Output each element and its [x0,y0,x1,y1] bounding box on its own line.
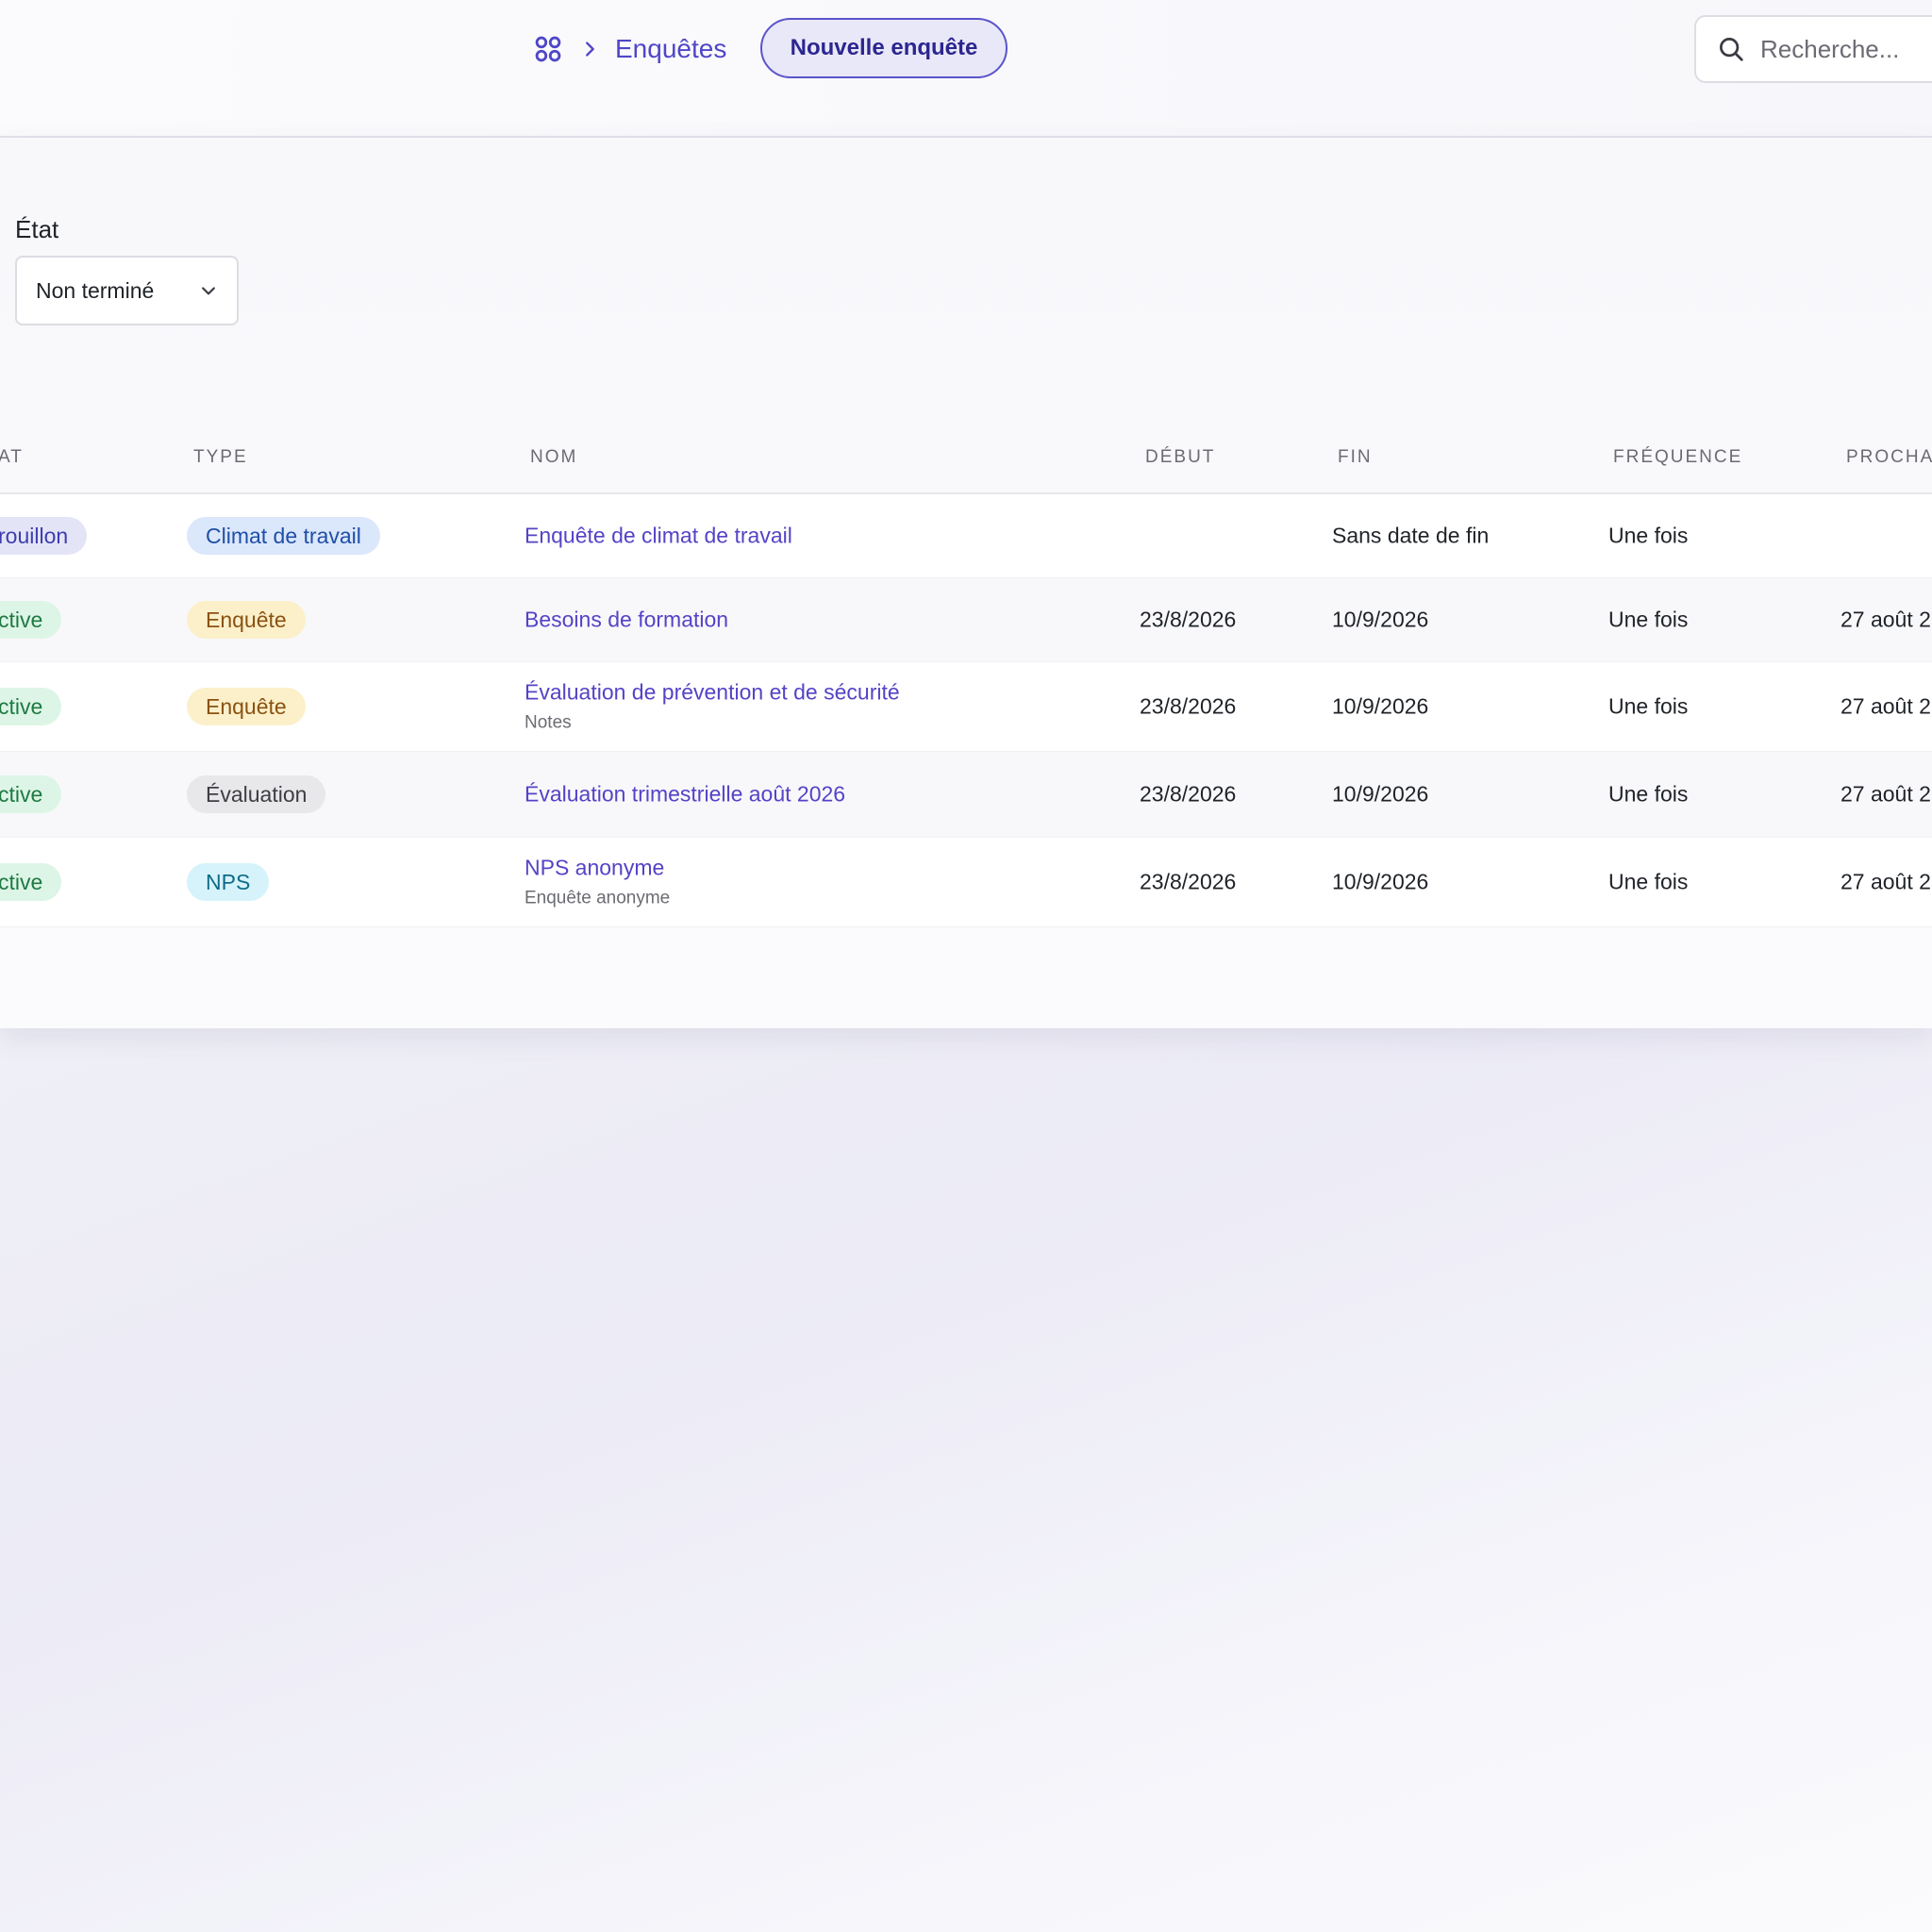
next-date: 27 août 2 [1840,607,1931,632]
column-header-state[interactable]: AT [0,447,24,468]
chevron-right-icon [586,42,594,57]
state-badge: rouillon [0,517,88,555]
surveys-panel: État Non terminé AT TYPE NOM DÉBUT FIN F… [0,138,1932,1028]
search-input[interactable] [1758,33,1932,65]
next-date: 27 août 2 [1840,693,1931,719]
start-date: 23/8/2026 [1140,781,1237,807]
next-date: 27 août 2 [1840,781,1931,807]
state-filter-select[interactable]: Non terminé [15,256,239,325]
grid-icon[interactable] [532,33,564,65]
new-survey-button[interactable]: Nouvelle enquête [760,18,1008,78]
search-box[interactable] [1694,15,1932,83]
column-header-start[interactable]: DÉBUT [1145,447,1215,468]
survey-name-link[interactable]: NPS anonyme [525,856,670,881]
name-cell: NPS anonyme Enquête anonyme [525,856,670,909]
end-date: 10/9/2026 [1332,693,1429,719]
end-date: 10/9/2026 [1332,607,1429,632]
type-badge: Climat de travail [187,517,380,555]
frequency: Une fois [1608,869,1689,894]
type-badge: Enquête [187,688,306,725]
survey-subtitle: Notes [525,712,572,733]
column-header-name[interactable]: NOM [530,447,577,468]
state-badge: ctive [0,863,62,901]
name-cell: Évaluation de prévention et de sécurité … [525,680,900,734]
frequency: Une fois [1608,523,1689,548]
name-cell: Besoins de formation [525,608,728,633]
survey-subtitle: Enquête anonyme [525,888,671,908]
start-date: 23/8/2026 [1140,693,1237,719]
type-badge: Enquête [187,601,306,639]
column-header-end[interactable]: FIN [1338,447,1373,468]
frequency: Une fois [1608,781,1689,807]
survey-name-link[interactable]: Évaluation trimestrielle août 2026 [525,782,845,808]
column-header-frequency[interactable]: FRÉQUENCE [1613,447,1742,468]
column-header-next[interactable]: PROCHA [1846,447,1932,468]
type-badge: Évaluation [187,775,326,813]
state-filter-label: État [15,215,59,243]
next-date: 27 août 2 [1840,869,1931,894]
survey-name-link[interactable]: Besoins de formation [525,608,728,633]
breadcrumb: Enquêtes [532,21,726,77]
state-filter-value: Non terminé [36,277,155,303]
surveys-table: AT TYPE NOM DÉBUT FIN FRÉQUENCE PROCHA r… [0,421,1932,927]
state-badge: ctive [0,601,62,639]
frequency: Une fois [1608,693,1689,719]
type-badge: NPS [187,863,270,901]
table-row[interactable]: ctive Évaluation Évaluation trimestriell… [0,752,1932,838]
state-badge: ctive [0,775,62,813]
name-cell: Évaluation trimestrielle août 2026 [525,782,845,808]
end-date: 10/9/2026 [1332,781,1429,807]
survey-name-link[interactable]: Enquête de climat de travail [525,524,792,549]
survey-name-link[interactable]: Évaluation de prévention et de sécurité [525,680,900,706]
table-header: AT TYPE NOM DÉBUT FIN FRÉQUENCE PROCHA [0,421,1932,494]
table-row[interactable]: ctive NPS NPS anonyme Enquête anonyme 23… [0,838,1932,927]
frequency: Une fois [1608,607,1689,632]
search-icon [1720,38,1743,61]
table-row[interactable]: rouillon Climat de travail Enquête de cl… [0,494,1932,578]
chevron-down-icon [202,287,215,295]
column-header-type[interactable]: TYPE [193,447,248,468]
start-date: 23/8/2026 [1140,869,1237,894]
end-date: 10/9/2026 [1332,869,1429,894]
top-bar: Enquêtes Nouvelle enquête [0,0,1932,138]
start-date: 23/8/2026 [1140,607,1237,632]
name-cell: Enquête de climat de travail [525,524,792,549]
table-row[interactable]: ctive Enquête Besoins de formation 23/8/… [0,578,1932,662]
state-badge: ctive [0,688,62,725]
breadcrumb-current[interactable]: Enquêtes [615,34,726,64]
end-date: Sans date de fin [1332,523,1490,548]
table-row[interactable]: ctive Enquête Évaluation de prévention e… [0,662,1932,752]
